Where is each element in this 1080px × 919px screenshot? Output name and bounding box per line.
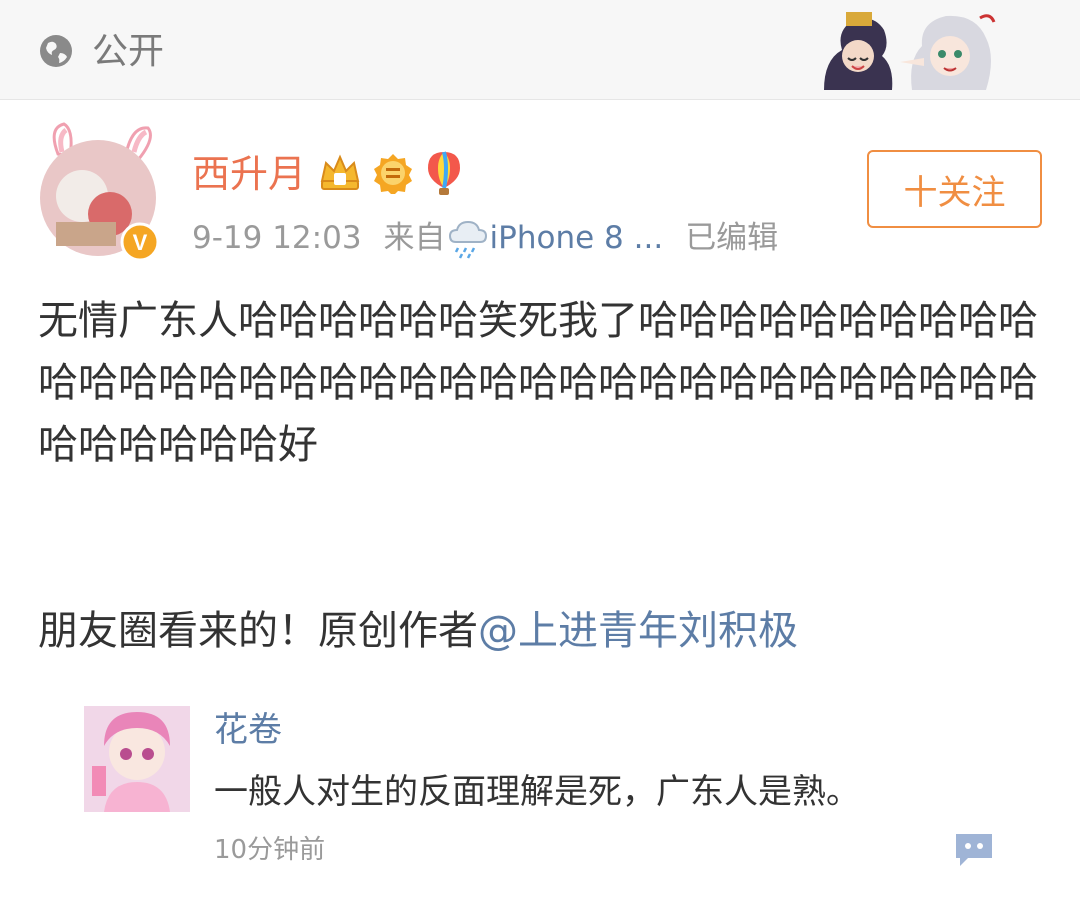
comment-text: 一般人对生的反面理解是死，广东人是熟。 (214, 772, 860, 812)
user-avatar[interactable]: V (30, 118, 170, 268)
follow-button[interactable]: 十关注 (867, 150, 1042, 228)
author-name[interactable]: 西升月 (192, 150, 306, 198)
post-source-line: 朋友圈看来的！原创作者@上进青年刘积极 (38, 600, 798, 662)
verified-badge: V (133, 230, 148, 255)
badge-group (318, 150, 464, 196)
post-meta: 9-19 12:03 来自 iPhone 8 ... 已编辑 (192, 216, 778, 260)
mention-link[interactable]: @上进青年刘积极 (478, 608, 798, 654)
visibility-label[interactable]: 公开 (92, 30, 164, 74)
comment-icon[interactable] (952, 830, 996, 868)
crown-badge-icon (320, 154, 360, 190)
commenter-name[interactable]: 花卷 (214, 708, 282, 752)
top-bar: 公开 (0, 0, 1080, 100)
commenter-avatar[interactable] (84, 706, 190, 812)
source-device-link[interactable]: iPhone 8 ... (490, 216, 664, 260)
edited-label: 已编辑 (685, 220, 779, 256)
post-body-text: 无情广东人哈哈哈哈哈哈笑死我了哈哈哈哈哈哈哈哈哈哈哈哈哈哈哈哈哈哈哈哈哈哈哈哈哈… (38, 298, 1038, 468)
globe-icon (40, 35, 72, 67)
comment-time: 10分钟前 (214, 835, 326, 865)
source-prefix: 来自 (383, 220, 446, 256)
anime-sticker (824, 12, 996, 90)
post-date: 9-19 12:03 (192, 220, 362, 256)
comment-card: 花卷 一般人对生的反面理解是死，广东人是熟。 10分钟前 (84, 698, 1042, 888)
answer-badge-icon (374, 154, 412, 194)
source-text: 朋友圈看来的！原创作者 (38, 608, 478, 654)
rain-cloud-icon (448, 220, 487, 259)
balloon-badge-icon (428, 151, 460, 195)
